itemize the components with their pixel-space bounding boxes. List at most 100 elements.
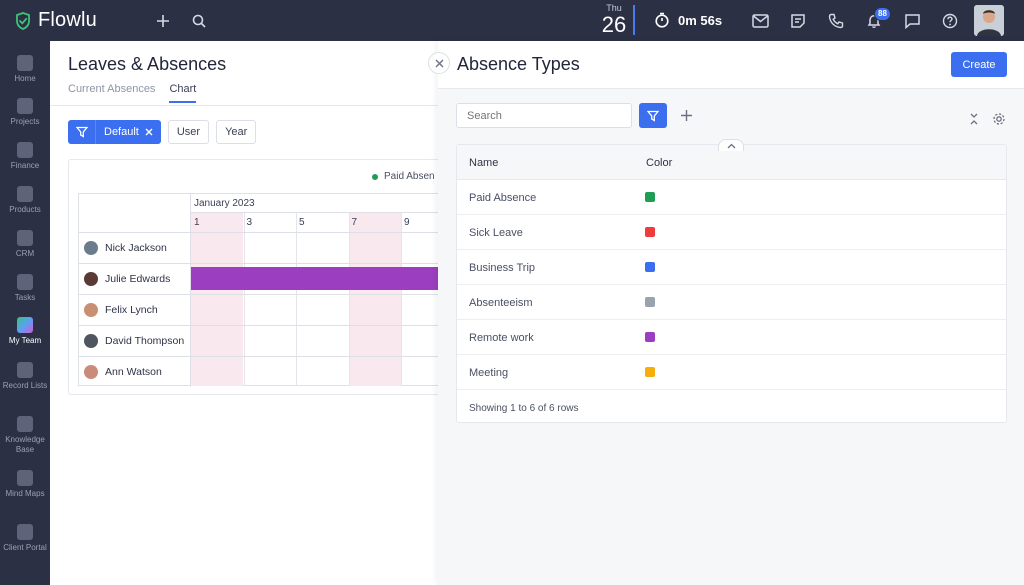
sidebar-item-finance[interactable]: Finance xyxy=(0,142,50,171)
client-portal-icon xyxy=(17,524,33,540)
sidebar-item-label: Mind Maps xyxy=(5,489,45,498)
chart-legend: Paid Absen xyxy=(372,171,435,182)
top-bar: Flowlu Thu 26 0m 56s 88 xyxy=(0,0,1024,41)
table-footer: Showing 1 to 6 of 6 rows xyxy=(469,403,579,414)
mail-icon[interactable] xyxy=(750,11,770,31)
absence-type-name: Meeting xyxy=(469,367,509,379)
finance-icon xyxy=(17,142,33,158)
sidebar-item-knowledge-base[interactable]: Knowledge Base xyxy=(0,416,50,455)
record-lists-icon xyxy=(17,362,33,378)
filter-icon xyxy=(647,110,659,122)
table-row[interactable]: Sick Leave xyxy=(457,215,1006,250)
filter-icon xyxy=(68,120,96,144)
add-icon[interactable] xyxy=(153,11,173,31)
person-name: Nick Jackson xyxy=(105,242,167,254)
person-name: Julie Edwards xyxy=(105,273,171,285)
sidebar-item-my-team[interactable]: My Team xyxy=(0,317,50,346)
table-row[interactable]: Paid Absence xyxy=(457,180,1006,215)
sidebar-item-label: CRM xyxy=(15,249,35,258)
legend-label: Paid Absen xyxy=(384,171,435,182)
sidebar-item-crm[interactable]: CRM xyxy=(0,230,50,259)
column-header-name[interactable]: Name xyxy=(469,157,498,169)
day-label: 9 xyxy=(404,217,410,228)
app-logo[interactable]: Flowlu xyxy=(14,9,97,32)
person-name: Felix Lynch xyxy=(105,304,158,316)
gear-icon[interactable] xyxy=(991,111,1007,127)
close-panel-button[interactable] xyxy=(428,52,450,74)
add-icon[interactable] xyxy=(676,105,696,125)
timeline-row[interactable]: David Thompson xyxy=(79,325,441,356)
table-row[interactable]: Remote work xyxy=(457,320,1006,355)
phone-icon[interactable] xyxy=(826,11,846,31)
absence-type-name: Paid Absence xyxy=(469,192,537,204)
day-label: 5 xyxy=(299,217,305,228)
collapse-icon[interactable] xyxy=(967,111,981,127)
timeline-row[interactable]: Felix Lynch xyxy=(79,294,441,325)
collapse-toolbar-toggle[interactable] xyxy=(718,139,744,151)
filter-label: Default xyxy=(104,126,139,138)
timeline-row[interactable]: Nick Jackson xyxy=(79,232,441,263)
sidebar-item-label: Home xyxy=(14,74,36,83)
tab-chart[interactable]: Chart xyxy=(169,83,197,103)
table-row[interactable]: Absenteeism xyxy=(457,285,1006,320)
app-name: Flowlu xyxy=(38,9,97,31)
tab-current-absences[interactable]: Current Absences xyxy=(68,83,155,103)
sidebar-item-projects[interactable]: Projects xyxy=(0,98,50,127)
timeline-row[interactable]: Julie Edwards xyxy=(79,263,441,294)
table-row[interactable]: Meeting xyxy=(457,355,1006,390)
absence-type-name: Absenteeism xyxy=(469,297,533,309)
filter-button[interactable]: Default xyxy=(68,120,161,144)
absence-type-name: Sick Leave xyxy=(469,227,523,239)
crm-icon xyxy=(17,230,33,246)
main-content: Leaves & Absences Current Absences Chart… xyxy=(50,41,441,585)
sidebar-item-products[interactable]: Products xyxy=(0,186,50,215)
color-swatch xyxy=(645,227,655,237)
panel-header: Absence Types Create xyxy=(438,41,1024,89)
create-button[interactable]: Create xyxy=(951,52,1007,77)
date-divider xyxy=(633,5,635,35)
timeline-grid: January 2023 1 3 5 7 9 Nick Jackson Julie Edwa… xyxy=(78,193,441,387)
sidebar-item-home[interactable]: Home xyxy=(0,55,50,84)
team-icon xyxy=(17,317,33,333)
stopwatch-icon xyxy=(655,12,669,28)
color-swatch xyxy=(645,297,655,307)
date-widget[interactable]: Thu 26 xyxy=(598,3,630,37)
timer-widget[interactable]: 0m 56s xyxy=(654,12,722,28)
chat-icon[interactable] xyxy=(902,11,922,31)
day-label: 3 xyxy=(246,217,253,228)
help-icon[interactable] xyxy=(940,11,960,31)
projects-icon xyxy=(17,98,33,114)
sidebar-item-record-lists[interactable]: Record Lists xyxy=(0,362,50,391)
divider xyxy=(50,105,440,106)
table-row[interactable]: Business Trip xyxy=(457,250,1006,285)
sidebar-item-tasks[interactable]: Tasks xyxy=(0,274,50,303)
year-view-button[interactable]: Year xyxy=(216,120,257,144)
search-input[interactable] xyxy=(456,103,632,128)
tasks-icon xyxy=(17,274,33,290)
clear-filter-icon[interactable] xyxy=(145,128,153,136)
knowledge-base-icon xyxy=(17,416,33,432)
color-swatch xyxy=(645,262,655,272)
absence-type-name: Remote work xyxy=(469,332,534,344)
notes-icon[interactable] xyxy=(788,11,808,31)
column-header-color[interactable]: Color xyxy=(646,157,672,169)
close-icon xyxy=(435,59,443,67)
absence-bar[interactable] xyxy=(191,267,441,290)
person-avatar xyxy=(84,272,98,286)
sidebar-item-client-portal[interactable]: Client Portal xyxy=(0,524,50,553)
person-avatar xyxy=(84,303,98,317)
panel-filter-button[interactable] xyxy=(639,103,667,128)
sidebar-item-label: Client Portal xyxy=(3,543,47,552)
user-avatar[interactable] xyxy=(974,5,1004,36)
person-name: Ann Watson xyxy=(105,366,162,378)
color-swatch xyxy=(645,332,655,342)
user-view-button[interactable]: User xyxy=(167,120,210,144)
timeline-row[interactable]: Ann Watson xyxy=(79,356,441,387)
person-avatar xyxy=(84,365,98,379)
person-avatar xyxy=(84,241,98,255)
tabs: Current Absences Chart xyxy=(68,83,197,103)
search-icon[interactable] xyxy=(189,11,209,31)
absence-type-name: Business Trip xyxy=(469,262,536,274)
sidebar: Home Projects Finance Products CRM Tasks My Te… xyxy=(0,41,50,585)
sidebar-item-mind-maps[interactable]: Mind Maps xyxy=(0,470,50,499)
